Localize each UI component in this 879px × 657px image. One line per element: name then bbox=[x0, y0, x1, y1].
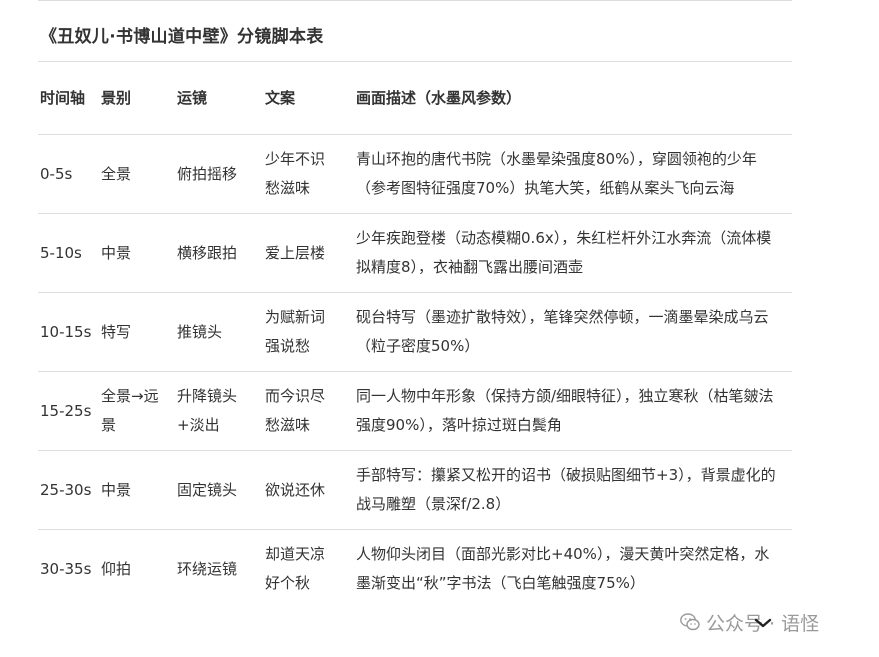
cell-camera: 升降镜头+淡出 bbox=[173, 371, 262, 451]
page-title: 《丑奴儿·书博山道中壁》分镜脚本表 bbox=[40, 27, 324, 47]
chevron-down-icon[interactable] bbox=[754, 616, 772, 630]
cell-copy: 为赋新词强说愁 bbox=[262, 292, 353, 372]
cell-copy: 却道天凉好个秋 bbox=[262, 529, 353, 608]
cell-camera: 横移跟拍 bbox=[173, 213, 262, 293]
header-description: 画面描述（水墨风参数） bbox=[353, 61, 792, 135]
cell-camera: 推镜头 bbox=[173, 292, 262, 372]
cell-camera: 俯拍摇移 bbox=[173, 134, 262, 214]
watermark: 公众号 · 语怪 bbox=[680, 606, 819, 638]
cell-description: 少年疾跑登楼（动态模糊0.6x），朱红栏杆外江水奔流（流体模拟精度8），衣袖翻飞… bbox=[353, 213, 792, 293]
cell-copy: 而今识尽愁滋味 bbox=[262, 371, 353, 451]
cell-shot: 全景→远景 bbox=[98, 371, 173, 451]
cell-description: 砚台特写（墨迹扩散特效），笔锋突然停顿，一滴墨晕染成乌云（粒子密度50%） bbox=[353, 292, 792, 372]
cell-camera: 环绕运镜 bbox=[173, 529, 262, 608]
table-row: 10-15s 特写 推镜头 为赋新词强说愁 砚台特写（墨迹扩散特效），笔锋突然停… bbox=[38, 292, 792, 372]
table-header-row: 时间轴 景别 运镜 文案 画面描述（水墨风参数） bbox=[38, 61, 792, 135]
cell-shot: 中景 bbox=[98, 450, 173, 530]
header-time: 时间轴 bbox=[38, 61, 98, 135]
cell-copy: 爱上层楼 bbox=[262, 213, 353, 293]
cell-copy: 欲说还休 bbox=[262, 450, 353, 530]
storyboard-table: 时间轴 景别 运镜 文案 画面描述（水墨风参数） 0-5s 全景 俯拍摇移 少年… bbox=[38, 61, 792, 608]
header-copy: 文案 bbox=[262, 61, 353, 135]
top-divider bbox=[38, 0, 792, 1]
cell-shot: 仰拍 bbox=[98, 529, 173, 608]
table-row: 30-35s 仰拍 环绕运镜 却道天凉好个秋 人物仰头闭目（面部光影对比+40%… bbox=[38, 529, 792, 608]
cell-time: 25-30s bbox=[38, 450, 98, 530]
header-camera: 运镜 bbox=[173, 61, 262, 135]
cell-shot: 中景 bbox=[98, 213, 173, 293]
table-row: 0-5s 全景 俯拍摇移 少年不识愁滋味 青山环抱的唐代书院（水墨晕染强度80%… bbox=[38, 134, 792, 214]
cell-time: 5-10s bbox=[38, 213, 98, 293]
cell-time: 10-15s bbox=[38, 292, 98, 372]
cell-time: 15-25s bbox=[38, 371, 98, 451]
cell-time: 0-5s bbox=[38, 134, 98, 214]
cell-description: 青山环抱的唐代书院（水墨晕染强度80%），穿圆领袍的少年（参考图特征强度70%）… bbox=[353, 134, 792, 214]
cell-copy: 少年不识愁滋味 bbox=[262, 134, 353, 214]
cell-description: 手部特写：攥紧又松开的诏书（破损贴图细节+3），背景虚化的战马雕塑（景深f/2.… bbox=[353, 450, 792, 530]
cell-shot: 全景 bbox=[98, 134, 173, 214]
cell-description: 人物仰头闭目（面部光影对比+40%），漫天黄叶突然定格，水墨渐变出“秋”字书法（… bbox=[353, 529, 792, 608]
cell-shot: 特写 bbox=[98, 292, 173, 372]
header-shot: 景别 bbox=[98, 61, 173, 135]
cell-description: 同一人物中年形象（保持方颌/细眼特征），独立寒秋（枯笔皴法强度90%），落叶掠过… bbox=[353, 371, 792, 451]
wechat-icon bbox=[680, 613, 700, 631]
table-row: 5-10s 中景 横移跟拍 爱上层楼 少年疾跑登楼（动态模糊0.6x），朱红栏杆… bbox=[38, 213, 792, 293]
table-row: 15-25s 全景→远景 升降镜头+淡出 而今识尽愁滋味 同一人物中年形象（保持… bbox=[38, 371, 792, 451]
cell-time: 30-35s bbox=[38, 529, 98, 608]
cell-camera: 固定镜头 bbox=[173, 450, 262, 530]
table-row: 25-30s 中景 固定镜头 欲说还休 手部特写：攥紧又松开的诏书（破损贴图细节… bbox=[38, 450, 792, 530]
